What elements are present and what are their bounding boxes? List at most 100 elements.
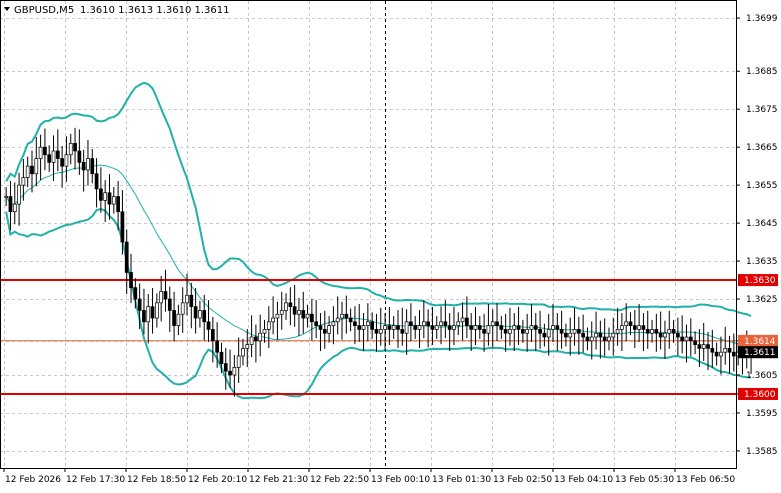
candle-body[interactable] xyxy=(365,321,370,326)
candle-body[interactable] xyxy=(508,329,512,334)
candle-body[interactable] xyxy=(529,325,534,330)
candle-body[interactable] xyxy=(383,325,387,330)
candle-body[interactable] xyxy=(714,351,719,357)
candle-body[interactable] xyxy=(663,332,667,338)
candle-body[interactable] xyxy=(73,143,77,152)
candle-body[interactable] xyxy=(568,332,573,338)
candle-body[interactable] xyxy=(434,325,439,330)
candle-body[interactable] xyxy=(607,336,611,342)
candle-body[interactable] xyxy=(620,325,624,330)
candle-body[interactable] xyxy=(710,348,715,353)
candle-body[interactable] xyxy=(254,336,258,342)
candle-body[interactable] xyxy=(266,321,271,330)
candle-body[interactable] xyxy=(172,310,176,326)
candle-body[interactable] xyxy=(86,158,90,171)
candle-body[interactable] xyxy=(477,325,482,330)
candle-body[interactable] xyxy=(701,344,706,349)
candle-body[interactable] xyxy=(68,143,73,156)
candle-body[interactable] xyxy=(525,329,530,334)
candle-body[interactable] xyxy=(637,325,641,330)
candle-body[interactable] xyxy=(559,329,564,334)
candle-body[interactable] xyxy=(546,329,551,338)
candle-body[interactable] xyxy=(249,336,254,345)
candle-body[interactable] xyxy=(331,321,336,326)
candle-body[interactable] xyxy=(641,325,646,330)
candle-body[interactable] xyxy=(533,325,538,330)
candle-body[interactable] xyxy=(378,329,383,334)
candle-body[interactable] xyxy=(335,317,340,323)
candle-body[interactable] xyxy=(25,165,30,178)
candle-body[interactable] xyxy=(185,294,189,304)
candle-body[interactable] xyxy=(120,211,125,243)
candle-body[interactable] xyxy=(271,317,275,323)
candle-body[interactable] xyxy=(275,313,280,319)
candle-body[interactable] xyxy=(693,340,697,345)
candle-body[interactable] xyxy=(107,192,112,205)
candle-body[interactable] xyxy=(581,332,585,338)
candle-body[interactable] xyxy=(155,302,159,319)
candle-body[interactable] xyxy=(628,321,633,326)
candle-body[interactable] xyxy=(43,146,47,156)
candle-body[interactable] xyxy=(301,310,306,319)
candle-body[interactable] xyxy=(348,317,353,323)
candle-body[interactable] xyxy=(564,332,568,338)
candle-body[interactable] xyxy=(387,325,392,330)
candle-body[interactable] xyxy=(572,329,577,334)
candle-body[interactable] xyxy=(17,184,21,205)
candle-body[interactable] xyxy=(400,329,405,334)
candle-body[interactable] xyxy=(51,150,56,163)
candle-body[interactable] xyxy=(452,325,456,330)
candle-body[interactable] xyxy=(77,150,82,163)
candle-body[interactable] xyxy=(521,329,525,334)
candle-body[interactable] xyxy=(262,329,267,334)
candle-body[interactable] xyxy=(215,340,219,353)
candle-body[interactable] xyxy=(357,325,362,330)
candle-body[interactable] xyxy=(258,332,263,342)
candle-body[interactable] xyxy=(90,158,95,175)
candle-body[interactable] xyxy=(228,370,232,376)
candle-body[interactable] xyxy=(279,310,284,315)
candle-body[interactable] xyxy=(202,310,207,323)
candle-body[interactable] xyxy=(409,321,413,326)
candle-body[interactable] xyxy=(723,348,728,353)
candle-body[interactable] xyxy=(676,332,680,338)
candle-body[interactable] xyxy=(473,325,478,330)
candle-body[interactable] xyxy=(486,325,491,334)
candle-body[interactable] xyxy=(206,321,211,330)
candle-body[interactable] xyxy=(353,321,357,326)
candle-body[interactable] xyxy=(99,188,103,201)
candle-body[interactable] xyxy=(447,325,452,330)
candle-body[interactable] xyxy=(654,329,659,334)
candle-body[interactable] xyxy=(671,329,676,334)
candle-body[interactable] xyxy=(538,329,542,334)
candle-body[interactable] xyxy=(456,321,461,326)
candle-body[interactable] xyxy=(340,313,344,319)
candle-body[interactable] xyxy=(314,321,319,326)
candle-body[interactable] xyxy=(430,325,435,330)
candle-body[interactable] xyxy=(697,344,702,349)
candle-body[interactable] xyxy=(589,336,594,342)
candle-body[interactable] xyxy=(189,294,194,307)
candle-body[interactable] xyxy=(124,241,129,273)
candle-body[interactable] xyxy=(38,146,43,159)
candle-body[interactable] xyxy=(318,325,323,330)
candle-body[interactable] xyxy=(576,329,581,334)
candle-body[interactable] xyxy=(167,298,172,311)
candle-body[interactable] xyxy=(503,329,508,334)
candle-body[interactable] xyxy=(542,332,547,338)
candle-body[interactable] xyxy=(34,158,39,175)
candle-body[interactable] xyxy=(12,203,17,213)
candle-body[interactable] xyxy=(404,321,409,334)
candle-body[interactable] xyxy=(137,298,142,311)
candle-body[interactable] xyxy=(146,306,151,323)
candle-body[interactable] xyxy=(223,363,228,372)
candle-body[interactable] xyxy=(310,313,314,323)
chart-window[interactable]: 1.3699 1.3685 1.3675 1.3665 1.3655 1.3645 1.36… xyxy=(0,0,781,489)
candle-body[interactable] xyxy=(439,321,443,326)
candle-body[interactable] xyxy=(465,317,469,326)
candle-body[interactable] xyxy=(129,272,133,289)
candle-body[interactable] xyxy=(688,336,693,342)
candle-body[interactable] xyxy=(94,173,99,190)
candle-body[interactable] xyxy=(361,325,366,330)
candle-body[interactable] xyxy=(198,310,202,319)
